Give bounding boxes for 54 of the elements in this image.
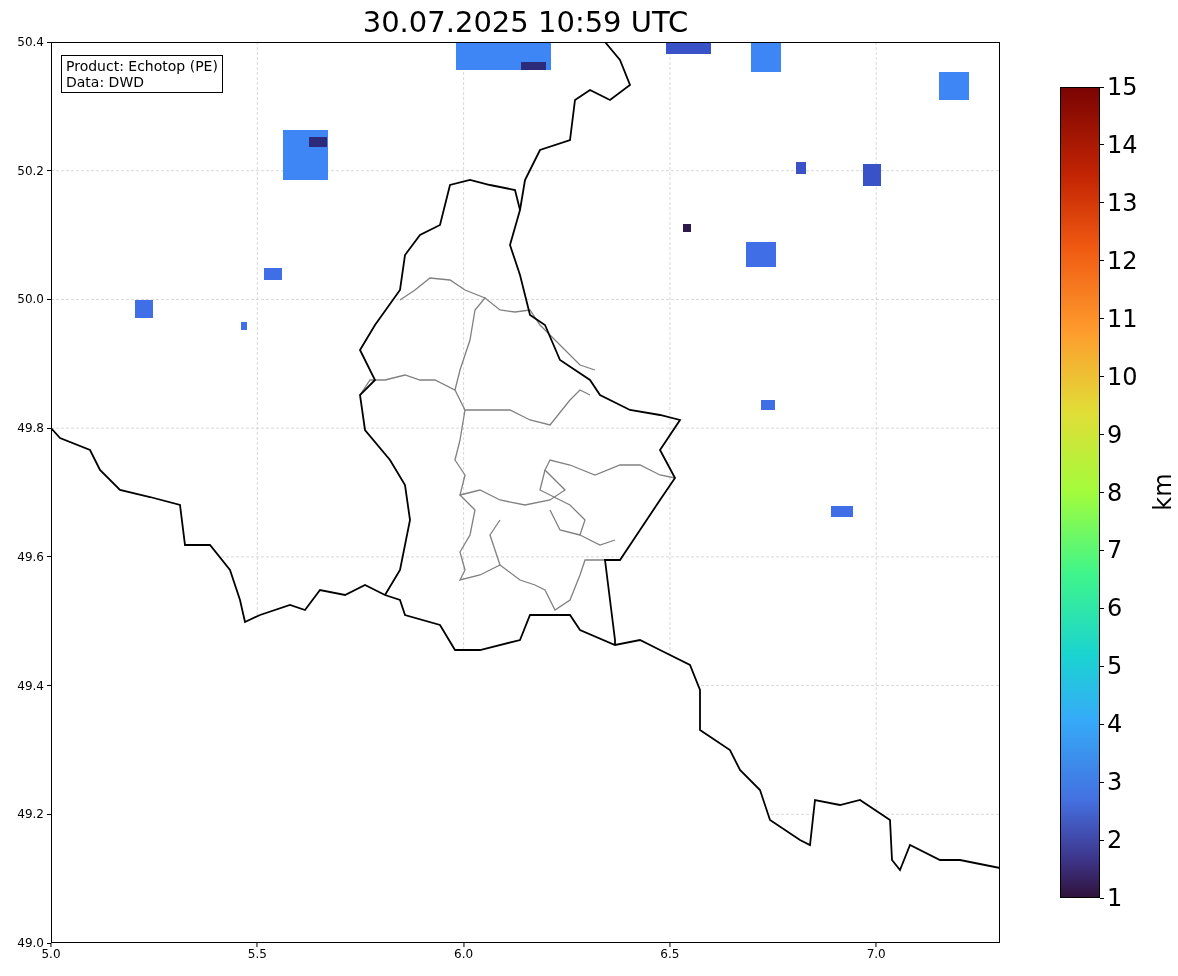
colorbar-tick-label: 8: [1107, 479, 1123, 506]
colorbar-tick-label: 11: [1107, 305, 1138, 332]
tick-mark: [47, 813, 51, 815]
tick-mark: [47, 41, 51, 43]
tick-mark: [1100, 376, 1104, 378]
colorbar-tick-label: 12: [1107, 247, 1138, 274]
axis-tick-label: 50.2: [17, 163, 44, 178]
tick-mark: [47, 170, 51, 172]
colorbar-tick-label: 7: [1107, 537, 1123, 564]
axis-tick-label: 50.0: [17, 292, 44, 307]
colorbar-tick-label: 3: [1107, 769, 1123, 796]
tick-mark: [47, 556, 51, 558]
axis-tick-label: 49.4: [17, 678, 44, 693]
legend-text: Product: Echotop (PE): [66, 58, 218, 74]
colorbar-tick-label: 14: [1107, 131, 1138, 158]
axis-tick-label: 49.8: [17, 421, 44, 436]
colorbar-tick-label: 6: [1107, 595, 1123, 622]
colorbar-tick-label: 15: [1107, 74, 1138, 100]
axis-tick-label: 5.5: [247, 947, 267, 961]
tick-mark: [1100, 897, 1104, 899]
tick-mark: [1100, 260, 1104, 262]
axis-tick-label: 7.0: [866, 947, 886, 961]
axis-tick-label: 6.5: [660, 947, 680, 961]
legend-text: Data: DWD: [66, 74, 145, 90]
chart-title: 30.07.2025 10:59 UTC: [362, 4, 689, 41]
colorbar-tick-label: 1: [1107, 885, 1123, 911]
colorbar-tick-label: 4: [1107, 711, 1123, 738]
tick-mark: [47, 298, 51, 300]
tick-mark: [1100, 781, 1104, 783]
tick-mark: [1100, 723, 1104, 725]
tick-mark: [1100, 434, 1104, 436]
tick-mark: [1100, 318, 1104, 320]
tick-mark: [47, 427, 51, 429]
colorbar-tick-label: 10: [1107, 363, 1138, 390]
tick-mark: [1100, 202, 1104, 204]
axis-tick-label: 6.0: [454, 947, 474, 961]
axis-tick-label: 50.4: [17, 35, 44, 49]
tick-mark: [1100, 86, 1104, 88]
tick-mark: [1100, 549, 1104, 551]
colorbar-tick-label: 9: [1107, 421, 1123, 448]
axis-tick-label: 49.2: [17, 807, 44, 822]
colorbar-tick-label: 2: [1107, 827, 1123, 854]
axis-tick-label: 49.6: [17, 549, 44, 564]
colorbar-tick-label: 13: [1107, 189, 1138, 216]
tick-mark: [1100, 665, 1104, 667]
tick-mark: [1100, 607, 1104, 609]
tick-mark: [47, 685, 51, 687]
colorbar-tick-label: 5: [1107, 653, 1123, 680]
axis-tick-label: 5.0: [41, 947, 61, 961]
tick-mark: [1100, 492, 1104, 493]
tick-mark: [1100, 839, 1104, 841]
tick-mark: [1100, 144, 1104, 146]
colorbar-label: km: [1149, 473, 1176, 511]
axis-tick-label: 49.0: [17, 936, 44, 950]
